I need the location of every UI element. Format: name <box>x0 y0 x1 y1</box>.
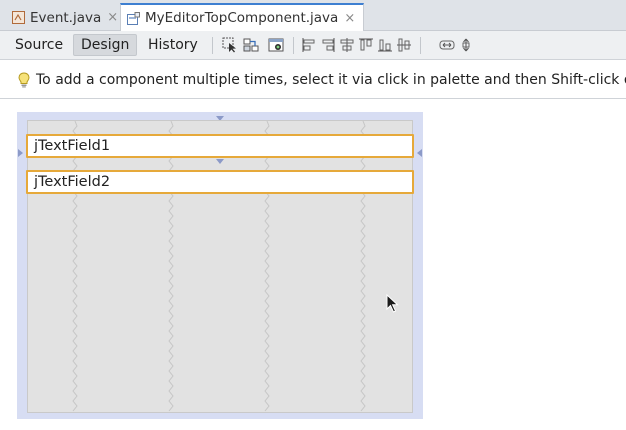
layout-anchor-left <box>18 149 23 157</box>
change-vertical-resizability-icon[interactable] <box>458 37 474 53</box>
java-file-icon <box>12 11 25 24</box>
align-right-icon[interactable] <box>320 37 336 53</box>
text-field-2[interactable]: jTextField2 <box>26 170 414 194</box>
history-view-button[interactable]: History <box>141 34 205 56</box>
design-canvas[interactable]: jTextField1 jTextField2 <box>0 100 626 430</box>
layout-anchor-middle <box>216 159 224 164</box>
form-editor-toolbar: Source Design History <box>0 31 626 60</box>
form-file-icon <box>127 11 140 25</box>
layout-gap <box>264 121 270 412</box>
form-container[interactable]: jTextField1 jTextField2 <box>17 112 423 419</box>
mouse-pointer-icon <box>386 294 399 313</box>
editor-tab-strip: Event.java × MyEditorTopComponent.java × <box>0 0 626 31</box>
text-field-1[interactable]: jTextField1 <box>26 134 414 158</box>
layout-anchor-right <box>417 149 422 157</box>
preview-design-icon[interactable] <box>268 37 284 53</box>
source-view-button[interactable]: Source <box>8 34 70 56</box>
tab-label: MyEditorTopComponent.java <box>145 10 339 26</box>
align-left-icon[interactable] <box>301 37 317 53</box>
center-horizontally-icon[interactable] <box>339 37 355 53</box>
close-icon[interactable]: × <box>107 10 118 25</box>
toolbar-separator <box>212 37 213 54</box>
connection-mode-icon[interactable] <box>243 37 259 53</box>
tab-event-java[interactable]: Event.java × <box>6 4 120 31</box>
hint-text: To add a component multiple times, selec… <box>36 71 626 88</box>
tab-my-editor-top-component[interactable]: MyEditorTopComponent.java × <box>120 3 364 31</box>
center-vertically-icon[interactable] <box>396 37 412 53</box>
layout-gap <box>72 121 78 412</box>
align-top-icon[interactable] <box>358 37 374 53</box>
align-bottom-icon[interactable] <box>377 37 393 53</box>
layout-gap <box>360 121 366 412</box>
toolbar-separator <box>293 37 294 54</box>
selection-mode-icon[interactable] <box>222 37 238 53</box>
lightbulb-icon <box>18 71 30 88</box>
hint-bar: To add a component multiple times, selec… <box>0 61 626 99</box>
close-icon[interactable]: × <box>344 11 355 26</box>
toolbar-separator <box>420 37 421 54</box>
layout-gap <box>168 121 174 412</box>
design-view-button[interactable]: Design <box>73 34 138 56</box>
change-horizontal-resizability-icon[interactable] <box>439 37 455 53</box>
tab-label: Event.java <box>30 9 102 26</box>
